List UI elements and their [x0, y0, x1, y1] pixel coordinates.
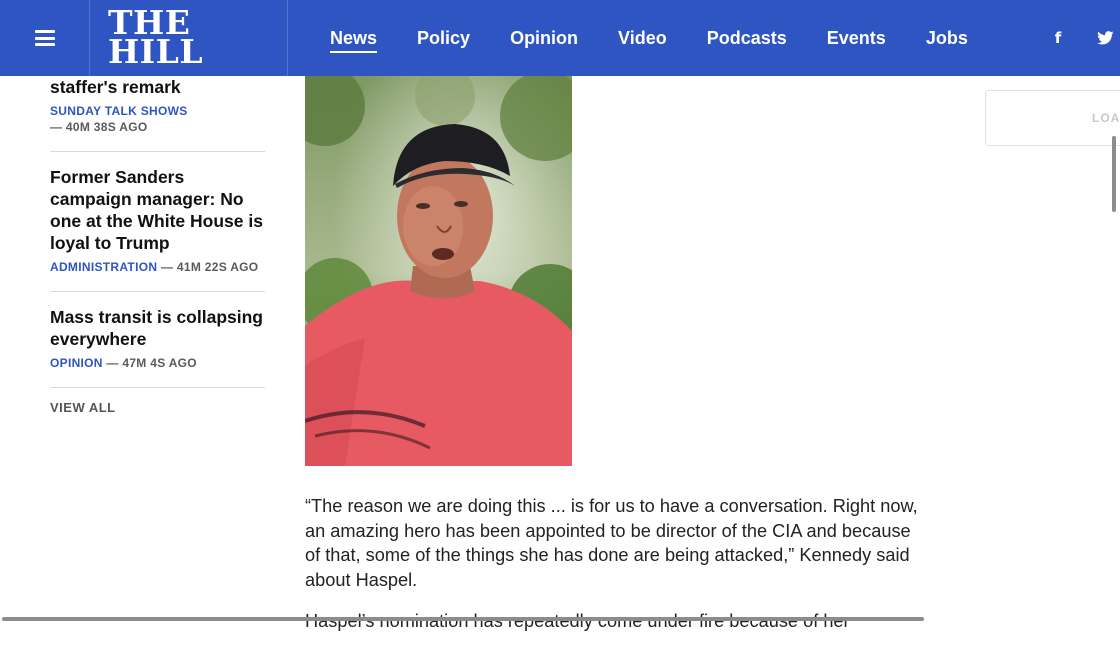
list-item[interactable]: Mass transit is collapsing everywhere OP… — [50, 292, 265, 388]
nav-item-opinion[interactable]: Opinion — [510, 28, 578, 49]
top-navigation-bar: THE HILL News Policy Opinion Video Podca… — [0, 0, 1120, 76]
category-link[interactable]: SUNDAY TALK SHOWS — [50, 104, 188, 118]
story-meta: ADMINISTRATION — 41M 22S AGO — [50, 259, 265, 275]
horizontal-scrollbar[interactable] — [2, 617, 924, 621]
story-meta: OPINION — 47M 4S AGO — [50, 355, 265, 371]
latest-news-rail: staffer's remark SUNDAY TALK SHOWS — 40M… — [50, 76, 265, 415]
vertical-scrollbar[interactable] — [1112, 136, 1116, 212]
category-link[interactable]: ADMINISTRATION — [50, 260, 157, 274]
view-all-link[interactable]: VIEW ALL — [50, 400, 265, 415]
nav-item-news[interactable]: News — [330, 28, 378, 53]
nav-item-policy[interactable]: Policy — [417, 28, 470, 49]
video-thumbnail — [305, 76, 572, 466]
nav-item-video[interactable]: Video — [618, 28, 667, 49]
logo-line-2: HILL — [108, 32, 204, 71]
nav-item-podcasts[interactable]: Podcasts — [707, 28, 787, 49]
article-paragraph: “The reason we are doing this ... is for… — [305, 496, 918, 590]
article-body: “The reason we are doing this ... is for… — [305, 494, 930, 651]
facebook-icon[interactable]: f — [1046, 0, 1070, 76]
timestamp: — 47M 4S AGO — [106, 356, 197, 370]
headline[interactable]: Former Sanders campaign manager: No one … — [50, 166, 265, 254]
ad-loading-text: LOA — [1092, 111, 1120, 125]
category-link[interactable]: OPINION — [50, 356, 103, 370]
twitter-icon[interactable] — [1092, 0, 1118, 76]
article-paragraph: Haspel’s nomination has repeatedly come … — [305, 611, 850, 631]
nav-item-events[interactable]: Events — [827, 28, 886, 49]
ad-placeholder: LOA — [985, 90, 1120, 146]
nav-item-jobs[interactable]: Jobs — [926, 28, 968, 49]
list-item[interactable]: staffer's remark SUNDAY TALK SHOWS — 40M… — [50, 76, 265, 152]
list-item[interactable]: Former Sanders campaign manager: No one … — [50, 152, 265, 292]
menu-button[interactable] — [0, 0, 90, 76]
story-meta: SUNDAY TALK SHOWS — 40M 38S AGO — [50, 103, 265, 135]
embedded-video[interactable] — [305, 76, 572, 466]
site-logo[interactable]: THE HILL — [90, 0, 288, 76]
main-nav: News Policy Opinion Video Podcasts Event… — [330, 0, 1008, 76]
timestamp: — 40M 38S AGO — [50, 120, 148, 134]
hamburger-icon — [34, 30, 55, 46]
headline[interactable]: Mass transit is collapsing everywhere — [50, 306, 265, 350]
headline[interactable]: staffer's remark — [50, 76, 265, 98]
timestamp: — 41M 22S AGO — [160, 260, 259, 274]
